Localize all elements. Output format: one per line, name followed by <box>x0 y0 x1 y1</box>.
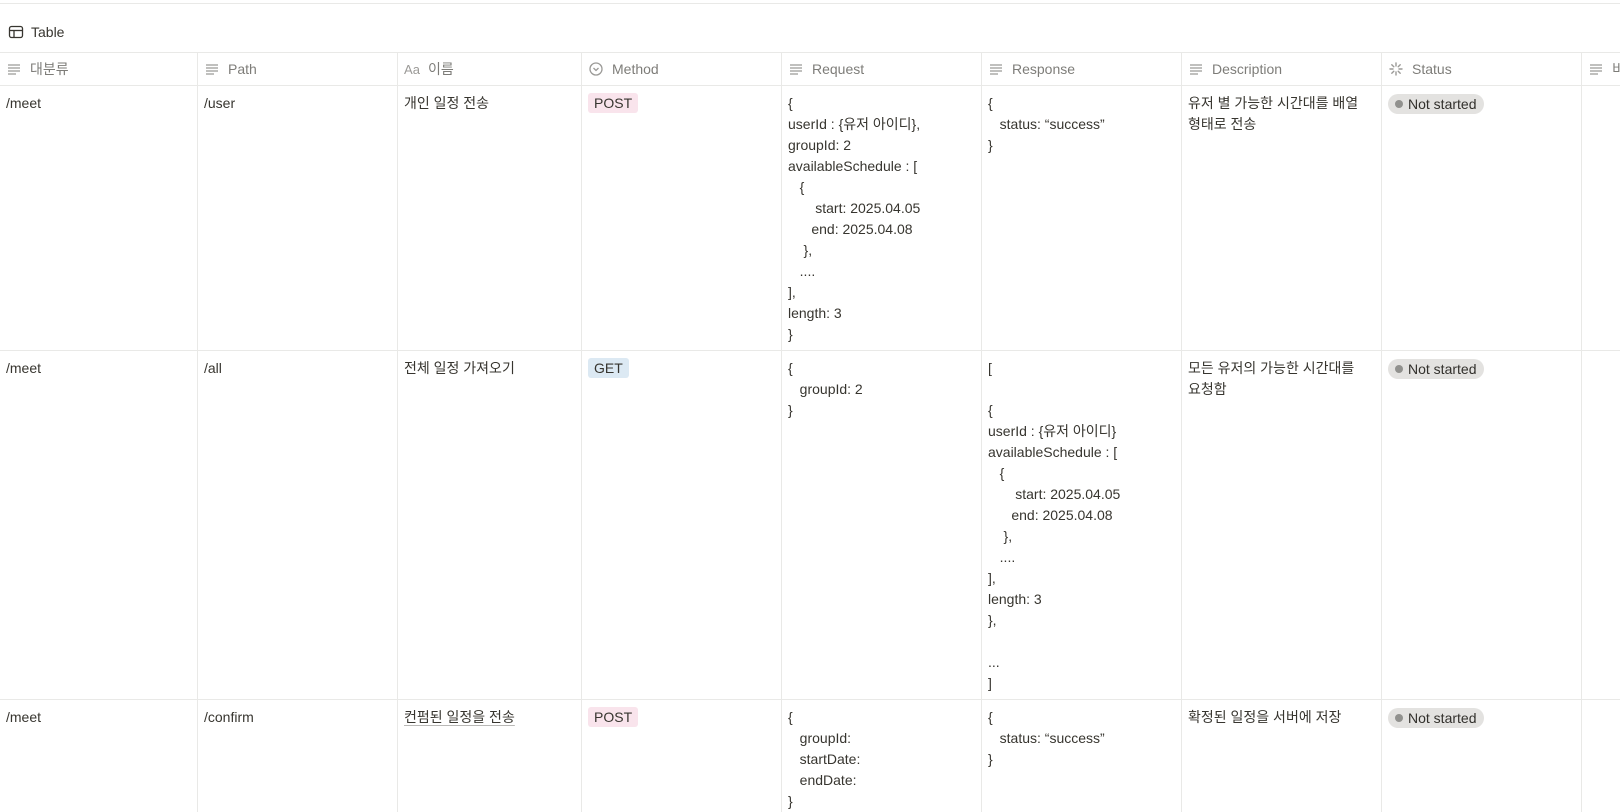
text-lines-icon <box>1588 61 1604 77</box>
cell-extra[interactable] <box>1582 351 1620 699</box>
cell-path[interactable]: /confirm <box>198 700 398 812</box>
cell-description[interactable]: 확정된 일정을 서버에 저장 <box>1182 700 1382 812</box>
cell-name[interactable]: 개인 일정 전송 <box>398 86 582 350</box>
cell-method[interactable]: GET <box>582 351 782 699</box>
cell-description[interactable]: 모든 유저의 가능한 시간대를 요청함 <box>1182 351 1382 699</box>
row-title[interactable]: 전체 일정 가져오기 <box>404 360 515 376</box>
table-row[interactable]: /meet /confirm 컨펌된 일정을 전송 POST { groupId… <box>0 700 1620 812</box>
column-header-extra[interactable]: 비 <box>1582 53 1620 85</box>
text-lines-icon <box>988 61 1004 77</box>
cell-status[interactable]: Not started <box>1382 86 1582 350</box>
view-tab-table[interactable]: Table <box>8 20 64 44</box>
method-tag: GET <box>588 358 629 378</box>
title-aa-icon: Aa <box>404 61 420 77</box>
cell-name[interactable]: 전체 일정 가져오기 <box>398 351 582 699</box>
text-lines-icon <box>1188 61 1204 77</box>
table-icon <box>8 24 24 40</box>
cell-method[interactable]: POST <box>582 700 782 812</box>
row-title[interactable]: 개인 일정 전송 <box>404 95 489 111</box>
row-title[interactable]: 컨펌된 일정을 전송 <box>404 709 515 725</box>
text-lines-icon <box>6 61 22 77</box>
column-header-method[interactable]: Method <box>582 53 782 85</box>
status-dot-icon <box>1395 100 1403 108</box>
status-loader-icon <box>1388 61 1404 77</box>
cell-response[interactable]: { status: “success” } <box>982 86 1182 350</box>
column-header-request[interactable]: Request <box>782 53 982 85</box>
status-badge: Not started <box>1388 94 1485 114</box>
column-header-category[interactable]: 대분류 <box>0 53 198 85</box>
cell-method[interactable]: POST <box>582 86 782 350</box>
cell-extra[interactable] <box>1582 86 1620 350</box>
cell-path[interactable]: /all <box>198 351 398 699</box>
cell-extra[interactable] <box>1582 700 1620 812</box>
cell-response[interactable]: [ { userId : {유저 아이디} availableSchedule … <box>982 351 1182 699</box>
table-header: 대분류 Path Aa 이름 Method Request Response D… <box>0 53 1620 86</box>
view-tab-label: Table <box>31 24 65 40</box>
cell-request[interactable]: { userId : {유저 아이디}, groupId: 2 availabl… <box>782 86 982 350</box>
cell-status[interactable]: Not started <box>1382 351 1582 699</box>
cell-category[interactable]: /meet <box>0 86 198 350</box>
status-badge: Not started <box>1388 708 1485 728</box>
text-lines-icon <box>204 61 220 77</box>
table-row[interactable]: /meet /all 전체 일정 가져오기 GET { groupId: 2 }… <box>0 351 1620 700</box>
select-circle-icon <box>588 61 604 77</box>
cell-category[interactable]: /meet <box>0 351 198 699</box>
cell-category[interactable]: /meet <box>0 700 198 812</box>
column-header-name[interactable]: Aa 이름 <box>398 53 582 85</box>
method-tag: POST <box>588 93 639 113</box>
column-header-response[interactable]: Response <box>982 53 1182 85</box>
cell-path[interactable]: /user <box>198 86 398 350</box>
status-dot-icon <box>1395 365 1403 373</box>
text-lines-icon <box>788 61 804 77</box>
cell-request[interactable]: { groupId: 2 } <box>782 351 982 699</box>
status-dot-icon <box>1395 714 1403 722</box>
table-row[interactable]: /meet /user 개인 일정 전송 POST { userId : {유저… <box>0 86 1620 351</box>
status-badge: Not started <box>1388 359 1485 379</box>
column-header-status[interactable]: Status <box>1382 53 1582 85</box>
cell-name[interactable]: 컨펌된 일정을 전송 <box>398 700 582 812</box>
method-tag: POST <box>588 707 639 727</box>
cell-description[interactable]: 유저 별 가능한 시간대를 배열 형태로 전송 <box>1182 86 1382 350</box>
column-header-path[interactable]: Path <box>198 53 398 85</box>
column-header-description[interactable]: Description <box>1182 53 1382 85</box>
cell-status[interactable]: Not started <box>1382 700 1582 812</box>
cell-request[interactable]: { groupId: startDate: endDate: } <box>782 700 982 812</box>
cell-response[interactable]: { status: “success” } <box>982 700 1182 812</box>
top-divider <box>0 3 1620 4</box>
